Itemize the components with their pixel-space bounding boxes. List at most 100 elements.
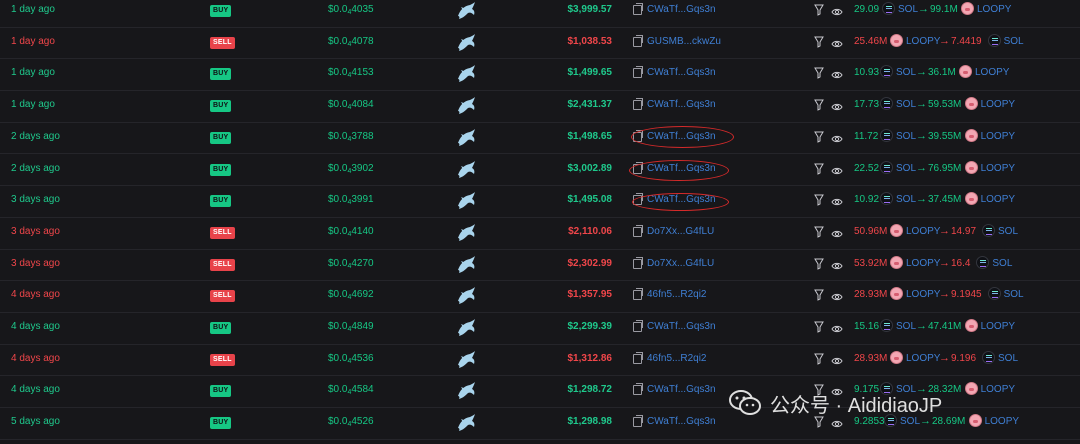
- to-token-name[interactable]: LOOPY: [985, 416, 1019, 427]
- filter-icon[interactable]: [814, 257, 824, 270]
- from-token-name[interactable]: SOL: [896, 194, 916, 205]
- from-token-name[interactable]: SOL: [896, 99, 916, 110]
- from-token-name[interactable]: SOL: [898, 4, 918, 15]
- filter-icon[interactable]: [814, 130, 824, 143]
- to-token-name[interactable]: LOOPY: [981, 163, 1015, 174]
- filter-icon[interactable]: [814, 320, 824, 333]
- copy-icon[interactable]: [633, 383, 643, 396]
- to-token-name[interactable]: SOL: [1004, 289, 1024, 300]
- filter-icon[interactable]: [814, 3, 824, 16]
- price-tail: 4153: [351, 67, 374, 79]
- copy-icon[interactable]: [633, 256, 643, 269]
- eye-icon[interactable]: [831, 353, 843, 364]
- trader-address-link[interactable]: CWaTf...Gqs3n: [647, 131, 716, 142]
- trade-row[interactable]: 1 day ago BUY $0.044084 $2,431.37 CWaTf...Gq…: [0, 91, 1080, 123]
- trader-address-link[interactable]: Do7Xx...G4fLU: [647, 226, 714, 237]
- eye-icon[interactable]: [831, 99, 843, 111]
- trader-address-link[interactable]: CWaTf...Gqs3n: [647, 67, 716, 78]
- from-token-name[interactable]: LOOPY: [906, 289, 940, 300]
- eye-icon[interactable]: [831, 226, 843, 238]
- trader-address-link[interactable]: CWaTf...Gqs3n: [647, 416, 716, 427]
- trader-address-link[interactable]: CWaTf...Gqs3n: [647, 321, 716, 332]
- trade-row[interactable]: 3 days ago BUY $0.043991 $1,495.08 CWaTf...G…: [0, 186, 1080, 218]
- from-amount: 53.92M: [854, 257, 888, 269]
- trader-address-link[interactable]: CWaTf...Gqs3n: [647, 384, 716, 395]
- to-token-name[interactable]: SOL: [998, 353, 1018, 364]
- from-token-name[interactable]: LOOPY: [906, 258, 940, 269]
- filter-icon[interactable]: [814, 66, 824, 80]
- trade-row[interactable]: 1 day ago BUY $0.044035 $3,999.57 CWaTf...Gq…: [0, 0, 1080, 28]
- to-token-name[interactable]: LOOPY: [981, 99, 1015, 110]
- eye-icon[interactable]: [831, 258, 843, 269]
- trade-row[interactable]: 4 days ago BUY $0.044849 $2,299.39 CWaTf...G…: [0, 313, 1080, 345]
- copy-icon[interactable]: [633, 98, 643, 111]
- copy-icon[interactable]: [633, 224, 643, 237]
- filter-icon[interactable]: [814, 352, 824, 365]
- trader-address-link[interactable]: 46fn5...R2qi2: [647, 289, 707, 300]
- to-amount: 14.97: [951, 225, 977, 237]
- to-token-name[interactable]: SOL: [1004, 36, 1024, 47]
- trade-time: 1 day ago: [11, 4, 55, 15]
- trade-row[interactable]: 1 day ago SELL $0.044078 $1,038.53 GUSMB...c…: [0, 28, 1080, 60]
- eye-icon[interactable]: [831, 36, 843, 47]
- to-token-name[interactable]: SOL: [992, 258, 1012, 269]
- copy-icon[interactable]: [633, 320, 643, 332]
- arrow-right-icon: →: [939, 34, 950, 47]
- copy-icon[interactable]: [633, 193, 643, 206]
- trader-address-link[interactable]: Do7Xx...G4fLU: [647, 258, 714, 269]
- price-lead: $0.0: [328, 289, 348, 301]
- copy-icon[interactable]: [633, 129, 643, 142]
- trade-row[interactable]: 2 days ago BUY $0.043902 $3,002.89 CWaTf...G…: [0, 155, 1080, 187]
- to-token-name[interactable]: LOOPY: [981, 131, 1015, 142]
- from-token-name[interactable]: LOOPY: [906, 36, 940, 47]
- copy-icon[interactable]: [633, 415, 643, 428]
- to-token-name[interactable]: SOL: [998, 226, 1018, 237]
- filter-icon[interactable]: [814, 225, 824, 238]
- eye-icon[interactable]: [831, 131, 843, 142]
- price-lead: $0.0: [328, 194, 348, 206]
- filter-icon[interactable]: [814, 162, 824, 175]
- trade-row[interactable]: 4 days ago SELL $0.044536 $1,312.86 46fn5...…: [0, 345, 1080, 377]
- from-token-name[interactable]: SOL: [896, 67, 916, 78]
- eye-icon[interactable]: [831, 289, 843, 301]
- trade-row[interactable]: 2 days ago BUY $0.043788 $1,498.65 CWaTf...G…: [0, 123, 1080, 155]
- filter-icon[interactable]: [814, 288, 824, 302]
- copy-icon[interactable]: [633, 288, 643, 301]
- trade-row[interactable]: 3 days ago SELL $0.044140 $2,110.06 Do7Xx...…: [0, 218, 1080, 250]
- filter-icon[interactable]: [814, 193, 824, 206]
- from-token-name[interactable]: SOL: [896, 131, 916, 142]
- from-token-name[interactable]: LOOPY: [906, 353, 940, 364]
- copy-icon[interactable]: [633, 3, 643, 15]
- copy-icon[interactable]: [633, 66, 643, 79]
- trade-row[interactable]: 3 days ago SELL $0.044270 $2,302.99 Do7Xx...…: [0, 250, 1080, 282]
- trader-address-link[interactable]: 46fn5...R2qi2: [647, 353, 707, 364]
- from-token-name[interactable]: SOL: [896, 321, 916, 332]
- copy-icon[interactable]: [633, 161, 643, 174]
- eye-icon[interactable]: [831, 194, 843, 206]
- eye-icon[interactable]: [831, 4, 843, 16]
- filter-icon[interactable]: [814, 35, 824, 48]
- trade-row[interactable]: 1 day ago BUY $0.044153 $1,499.65 CWaTf...Gq…: [0, 59, 1080, 92]
- filter-icon[interactable]: [814, 98, 824, 111]
- trader-address-link[interactable]: CWaTf...Gqs3n: [647, 163, 716, 174]
- to-token-name[interactable]: LOOPY: [975, 67, 1009, 78]
- from-amount: 11.72: [854, 130, 879, 142]
- trader-address-link[interactable]: GUSMB...ckwZu: [647, 36, 721, 47]
- trader-address-link[interactable]: CWaTf...Gqs3n: [647, 99, 716, 110]
- from-token-name[interactable]: LOOPY: [906, 226, 940, 237]
- copy-icon[interactable]: [633, 351, 643, 364]
- to-token-name[interactable]: LOOPY: [977, 4, 1011, 15]
- eye-icon[interactable]: [831, 321, 843, 333]
- trader-address-link[interactable]: CWaTf...Gqs3n: [647, 194, 716, 205]
- copy-icon[interactable]: [633, 34, 643, 47]
- trade-row[interactable]: 4 days ago SELL $0.044692 $1,357.95 46fn5...…: [0, 281, 1080, 313]
- eye-icon[interactable]: [831, 163, 843, 174]
- to-token-name[interactable]: LOOPY: [981, 194, 1015, 205]
- from-amount: 17.73: [854, 99, 880, 111]
- trade-time: 1 day ago: [11, 35, 55, 47]
- to-token-name[interactable]: LOOPY: [981, 321, 1015, 332]
- trader-address-link[interactable]: CWaTf...Gqs3n: [647, 4, 716, 15]
- from-token-name[interactable]: SOL: [896, 163, 916, 174]
- to-token-name[interactable]: LOOPY: [981, 384, 1015, 395]
- eye-icon[interactable]: [831, 67, 843, 79]
